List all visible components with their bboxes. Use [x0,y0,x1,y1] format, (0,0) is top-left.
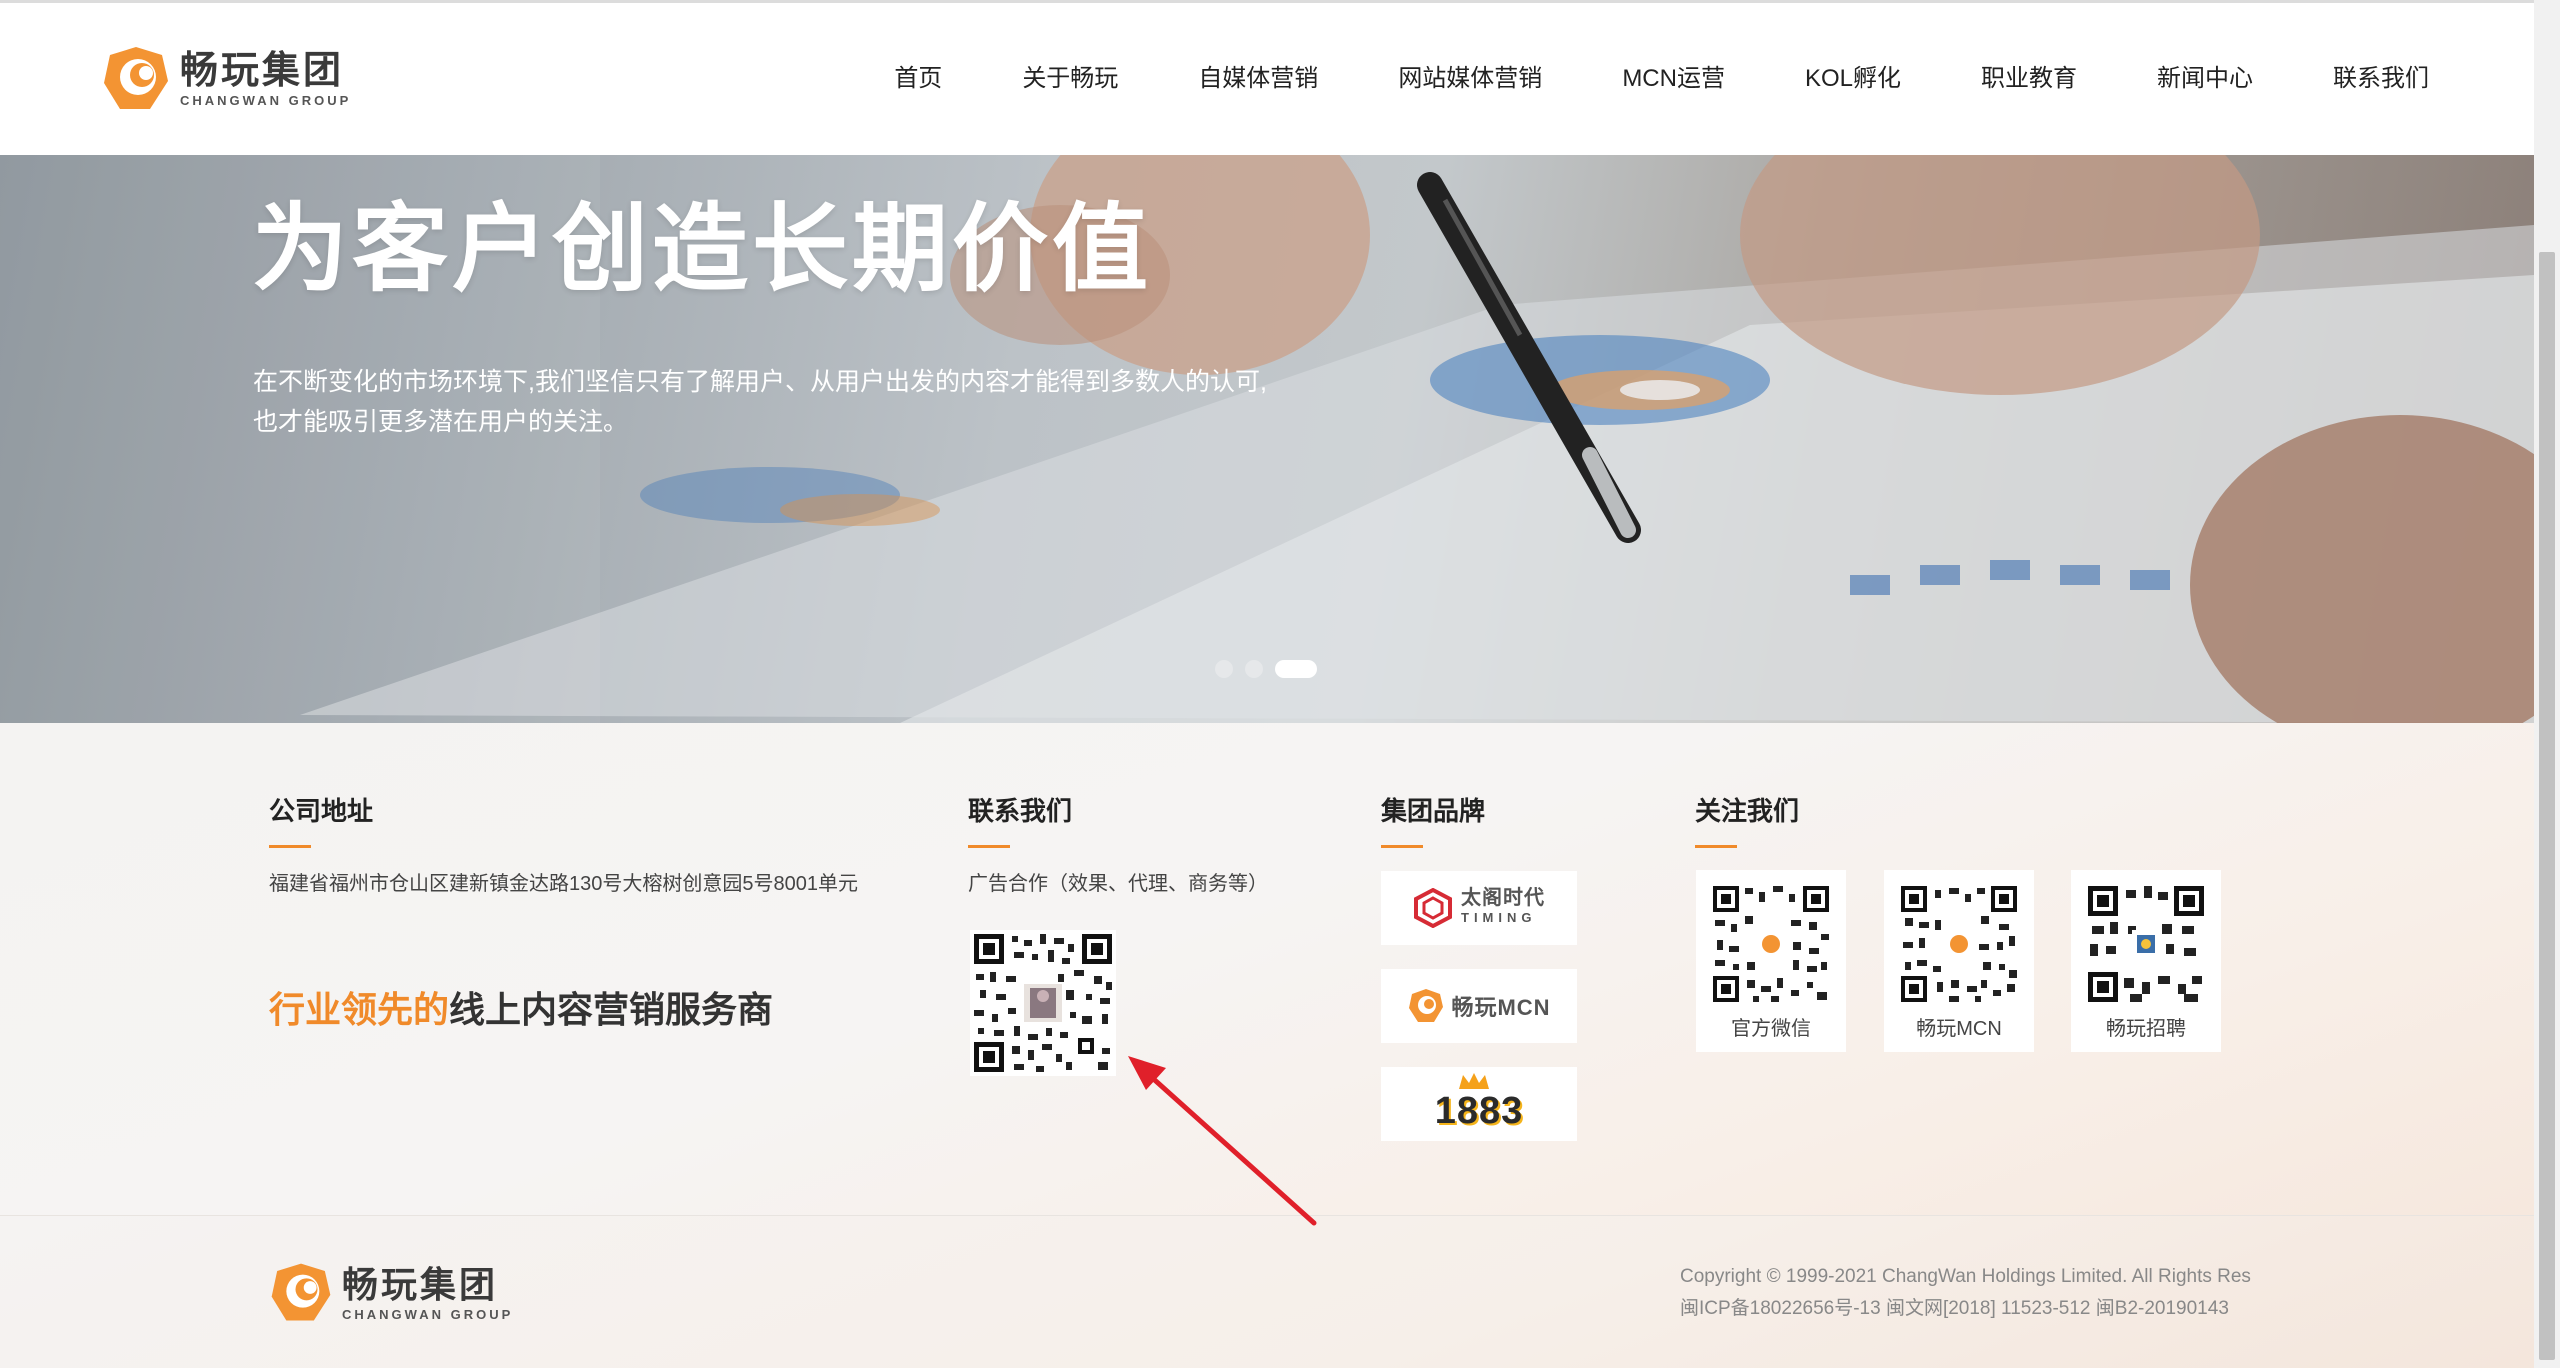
footer-logo[interactable]: 畅玩集团 CHANGWAN GROUP [268,1260,513,1326]
qr-code-icon [970,930,1116,1076]
changwan-logo-icon [104,47,168,109]
changwan-footer-logo-icon [271,1263,331,1321]
carousel-dot-2[interactable] [1245,660,1263,678]
contact-text: 广告合作（效果、代理、商务等） [968,873,1268,895]
slogan-highlight: 行业领先的 [269,989,450,1030]
logo-chinese: 畅玩集团 [180,50,345,92]
contact-title: 联系我们 [968,796,1073,826]
footer-info-section: 公司地址 福建省福州市仓山区建新镇金达路130号大榕树创意园5号8001单元 行… [0,723,2534,1215]
follow-card-changwan-mcn[interactable]: 畅玩MCN [1884,870,2034,1052]
site-logo[interactable]: 畅玩集团 CHANGWAN GROUP [100,43,351,115]
follow-title-underline [1695,845,1737,848]
follow-title: 关注我们 [1695,796,1800,826]
timing-label: 太阁时代 TIMING [1461,888,1545,928]
nav-contact-us[interactable]: 联系我们 [2333,63,2429,95]
official-wechat-caption: 官方微信 [1731,1018,1811,1040]
logo-english: CHANGWAN GROUP [180,93,352,108]
logo-text: 畅玩集团 CHANGWAN GROUP [180,49,351,109]
timing-logo-icon [1414,888,1452,928]
copyright-text: Copyright © 1999-2021 ChangWan Holdings … [1680,1266,2251,1287]
hero-description: 在不断变化的市场环境下,我们坚信只有了解用户、从用户出发的内容才能得到多数人的认… [253,368,1267,436]
follow-card-official-wechat[interactable]: 官方微信 [1696,870,1846,1052]
wechat-qr-icon [1713,886,1829,1002]
footer-logo-text: 畅玩集团 CHANGWAN GROUP [342,1263,513,1323]
follow-card-changwan-recruit[interactable]: 畅玩招聘 [2071,870,2221,1052]
address-title-underline [269,845,311,848]
contact-title-underline [968,845,1010,848]
nav-home[interactable]: 首页 [894,63,942,95]
changwan-mcn-label: 畅玩MCN [1451,995,1551,1020]
copyright-block: Copyright © 1999-2021 ChangWan Holdings … [1680,1261,2251,1325]
carousel-dot-3-active[interactable] [1275,660,1317,678]
timing-name: 太阁时代 [1461,887,1545,909]
company-slogan: 行业领先的线上内容营销服务商 [269,988,773,1032]
address-text: 福建省福州市仓山区建新镇金达路130号大榕树创意园5号8001单元 [269,873,858,895]
carousel-dot-1[interactable] [1215,660,1233,678]
brand-card-changwan-mcn[interactable]: 畅玩MCN [1381,969,1577,1043]
carousel-dots [1215,660,1317,678]
scrollbar-thumb[interactable] [2539,252,2555,1360]
brands-title: 集团品牌 [1381,796,1486,826]
nav-about[interactable]: 关于畅玩 [1022,63,1118,95]
footer-logo-english: CHANGWAN GROUP [342,1307,514,1322]
page-scrollbar[interactable] [2534,0,2560,1368]
address-title: 公司地址 [269,796,374,826]
nav-news-center[interactable]: 新闻中心 [2157,63,2253,95]
icp-license-text: 闽ICP备18022656号-13 闽文网[2018] 11523-512 闽B… [1680,1298,2229,1319]
nav-website-media-marketing[interactable]: 网站媒体营销 [1398,63,1542,95]
brand-1883-label: 1883 [1434,1089,1524,1132]
nav-mcn-operation[interactable]: MCN运营 [1622,63,1725,95]
timing-sub: TIMING [1461,910,1537,925]
main-nav: 首页 关于畅玩 自媒体营销 网站媒体营销 MCN运营 KOL孵化 职业教育 新闻… [894,63,2429,95]
nav-self-media-marketing[interactable]: 自媒体营销 [1198,63,1318,95]
brand-card-1883[interactable]: 1883 [1381,1067,1577,1141]
contact-qr-code [970,930,1116,1076]
brand-card-timing[interactable]: 太阁时代 TIMING [1381,871,1577,945]
nav-kol-incubation[interactable]: KOL孵化 [1805,63,1901,95]
bottom-footer: 畅玩集团 CHANGWAN GROUP Copyright © 1999-202… [0,1215,2534,1368]
crown-icon [1459,1073,1489,1089]
slogan-rest: 线上内容营销服务商 [449,989,774,1030]
recruit-qr-icon [2088,886,2204,1002]
hero-title: 为客户创造长期价值 [252,196,1152,303]
changwan-mcn-caption: 畅玩MCN [1916,1018,2002,1040]
nav-vocational-education[interactable]: 职业教育 [1981,63,2077,95]
brands-title-underline [1381,845,1423,848]
footer-logo-chinese: 畅玩集团 [342,1264,499,1305]
changwan-recruit-caption: 畅玩招聘 [2106,1018,2186,1040]
changwan-mcn-logo-icon [1409,989,1444,1022]
changwan-mcn-qr-icon [1901,886,2017,1002]
hero-banner[interactable]: 为客户创造长期价值 在不断变化的市场环境下,我们坚信只有了解用户、从用户出发的内… [0,155,2534,723]
site-header: 畅玩集团 CHANGWAN GROUP 首页 关于畅玩 自媒体营销 网站媒体营销… [0,0,2534,155]
